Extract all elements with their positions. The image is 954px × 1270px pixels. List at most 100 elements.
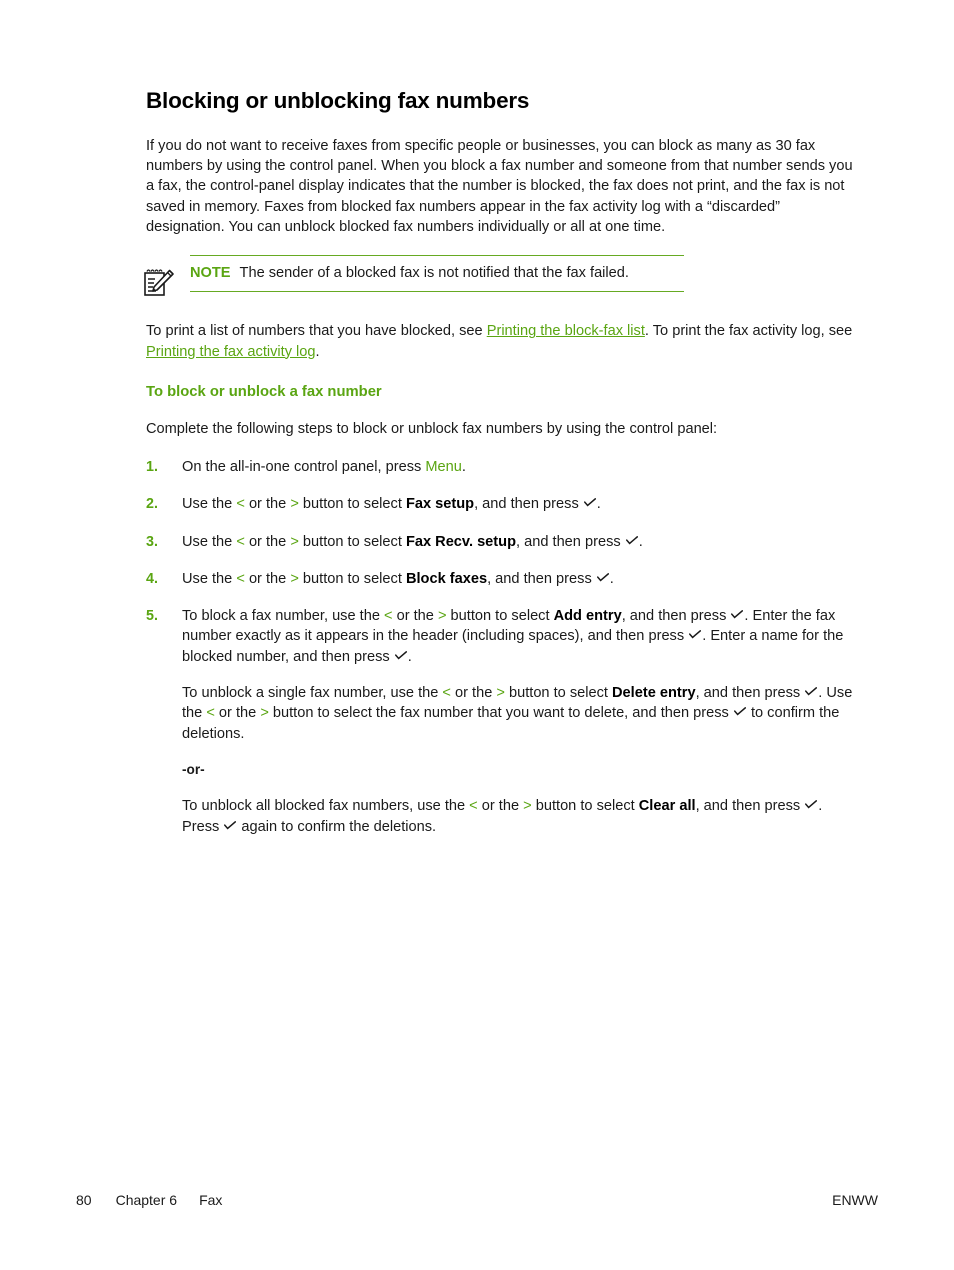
procedure-steps-list: 1. On the all-in-one control panel, press… (146, 457, 862, 837)
step-number: 5. (146, 608, 158, 625)
step-text: . (596, 496, 601, 513)
step-number: 1. (146, 459, 158, 475)
step-text: Use the (182, 570, 237, 587)
checkmark-icon (805, 800, 818, 811)
step-text: button to select the fax number that you… (268, 705, 733, 722)
menu-item-name: Fax Recv. setup (405, 533, 516, 550)
step-text: To unblock all blocked fax numbers, use … (182, 798, 470, 815)
checkmark-icon (805, 687, 818, 698)
step-text: On the all-in-one control panel, press (182, 459, 426, 475)
checkmark-icon (596, 572, 609, 584)
step-text: button to select (298, 533, 406, 550)
menu-item-name: Block faxes (405, 570, 488, 587)
link-printing-the-block-fax-list[interactable]: Printing the block-fax list (487, 323, 645, 339)
checkmark-icon (689, 630, 702, 641)
step-text: again to confirm the deletions. (237, 818, 437, 835)
control-panel-key: > (437, 608, 447, 625)
step-text: button to select (298, 496, 406, 513)
note-admonition: NOTE The sender of a blocked fax is not n… (144, 255, 862, 301)
control-panel-key: < (442, 685, 451, 702)
step-text: Use the (182, 533, 237, 550)
step-text: . (461, 459, 466, 475)
control-panel-key: > (523, 798, 532, 815)
step-number: 2. (146, 496, 158, 513)
step-text: , and then press (695, 685, 805, 702)
footer-chapter-title: Fax (199, 1192, 223, 1208)
footer-left: 80 Chapter 6 Fax (76, 1192, 222, 1208)
step-text: , and then press (516, 533, 625, 550)
step-body: On the all-in-one control panel, press M… (182, 457, 862, 477)
step-text: button to select (446, 608, 554, 625)
step-text: button to select (531, 798, 639, 815)
procedure-step: 1. On the all-in-one control panel, press… (146, 457, 862, 477)
step-body: Use the < or the > button to select Bloc… (182, 569, 862, 589)
footer-page-number: 80 (76, 1192, 92, 1208)
control-panel-key: < (236, 533, 245, 550)
content-column: Blocking or unblocking fax numbers If yo… (144, 88, 862, 854)
step-body: Use the < or the > button to select Fax … (182, 532, 862, 552)
step-text: , and then press (695, 798, 805, 815)
step-text: or the (477, 798, 524, 815)
step-text: . (638, 533, 643, 550)
step-text: button to select (298, 570, 406, 587)
links-text-3: . (315, 343, 320, 360)
step-text: To block a fax number, use the (182, 608, 384, 625)
step-body: Use the < or the > button to select Fax … (182, 494, 862, 514)
procedure-step: 4. Use the < or the > button to select Bl… (146, 569, 862, 589)
checkmark-icon (731, 610, 744, 621)
control-panel-key: < (206, 705, 215, 722)
document-page: Blocking or unblocking fax numbers If yo… (0, 0, 954, 1270)
step-text: , and then press (621, 608, 731, 625)
checkmark-icon (583, 498, 596, 509)
checkmark-icon (394, 650, 407, 662)
page-footer: 80 Chapter 6 Fax ENWW (76, 1192, 878, 1212)
control-panel-key: > (260, 705, 269, 722)
step-text: or the (244, 533, 291, 550)
section-intro-paragraph: Complete the following steps to block or… (146, 420, 718, 437)
control-panel-key: < (384, 608, 393, 625)
footer-chapter: Chapter 6 (115, 1192, 178, 1208)
section-heading: To block or unblock a fax number (146, 383, 382, 400)
step-body: To unblock all blocked fax numbers, use … (182, 796, 862, 837)
step-text: or the (244, 570, 291, 587)
menu-item-name: Add entry (553, 608, 622, 625)
control-panel-key: > (496, 685, 505, 702)
step-text: or the (450, 685, 497, 702)
notepad-pencil-icon (142, 267, 176, 299)
step-text: To unblock a single fax number, use the (182, 685, 443, 702)
note-text: The sender of a blocked fax is not notif… (239, 265, 629, 282)
control-panel-key: Menu (425, 459, 462, 475)
menu-item-name: Fax setup (405, 496, 475, 513)
procedure-step: 5. To block a fax number, use the < or th… (146, 606, 862, 837)
control-panel-key: > (290, 570, 299, 587)
page-title: Blocking or unblocking fax numbers (146, 88, 530, 113)
menu-item-name: Clear all (638, 798, 696, 815)
procedure-step: 2. Use the < or the > button to select Fa… (146, 494, 862, 514)
step-text: , and then press (487, 570, 596, 587)
step-text: . (407, 648, 412, 665)
menu-item-name: Delete entry (612, 685, 696, 702)
checkmark-icon (733, 707, 746, 718)
control-panel-key: > (290, 533, 299, 550)
step-body: To block a fax number, use the < or the … (182, 606, 862, 667)
step-text: -or- (182, 761, 205, 777)
procedure-step: 3. Use the < or the > button to select Fa… (146, 532, 862, 552)
step-number: 3. (146, 533, 158, 550)
step-text: . (609, 570, 614, 587)
checkmark-icon (625, 535, 638, 547)
control-panel-key: < (469, 798, 478, 815)
control-panel-key: < (236, 496, 245, 513)
link-printing-the-fax-activity-log[interactable]: Printing the fax activity log (146, 344, 316, 360)
links-text-1: To print a list of numbers that you have… (146, 323, 487, 340)
control-panel-key: < (236, 570, 245, 587)
step-text: button to select (504, 685, 613, 702)
step-text: or the (392, 608, 438, 625)
checkmark-icon (224, 820, 237, 832)
step-body: To unblock a single fax number, use the … (182, 683, 862, 744)
footer-locale: ENWW (832, 1192, 878, 1208)
intro-paragraph: If you do not want to receive faxes from… (146, 137, 853, 236)
note-label: NOTE (190, 265, 231, 282)
note-body: NOTE The sender of a blocked fax is not n… (190, 255, 684, 293)
links-text-2: . To print the fax activity log, see (644, 323, 853, 340)
step-text: , and then press (474, 496, 583, 513)
